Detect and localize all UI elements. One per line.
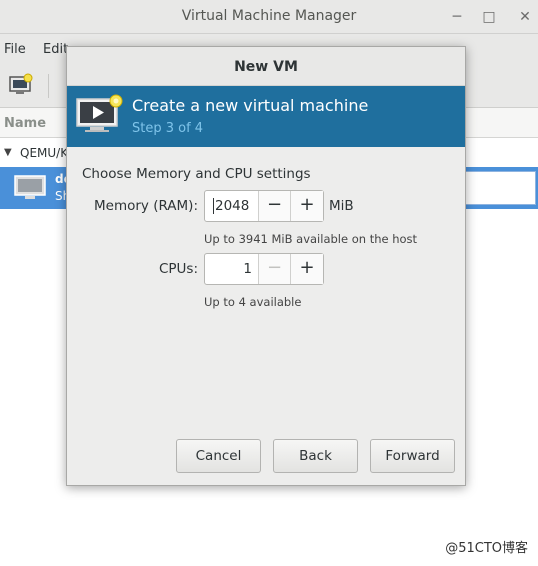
memory-increase-button[interactable]: + <box>291 191 323 221</box>
watermark: @51CTO博客 <box>445 541 528 556</box>
main-titlebar: Virtual Machine Manager ─ □ ✕ <box>0 0 538 34</box>
minimize-icon[interactable]: ─ <box>446 6 468 28</box>
text-cursor <box>213 198 214 214</box>
dialog-titlebar[interactable]: New VM <box>67 47 465 86</box>
cpu-usage-graph <box>462 171 536 205</box>
toolbar-separator <box>48 74 49 98</box>
memory-spinbutton[interactable]: 2048 − + <box>204 190 324 222</box>
menu-edit[interactable]: Edit <box>43 42 68 57</box>
expander-icon[interactable]: ▼ <box>4 147 12 158</box>
new-vm-icon[interactable] <box>8 73 34 97</box>
cancel-button[interactable]: Cancel <box>176 439 261 473</box>
forward-button[interactable]: Forward <box>370 439 455 473</box>
memory-label: Memory (RAM): <box>94 198 198 214</box>
monitor-icon <box>14 175 46 199</box>
memory-unit: MiB <box>329 198 354 214</box>
back-button[interactable]: Back <box>273 439 358 473</box>
banner-title: Create a new virtual machine <box>132 96 369 115</box>
create-vm-icon <box>76 94 123 132</box>
memory-value-text: 2048 <box>215 198 250 214</box>
cpus-decrease-button[interactable]: − <box>259 254 291 284</box>
menu-file[interactable]: File <box>4 42 26 57</box>
maximize-icon[interactable]: □ <box>478 6 500 28</box>
memory-hint: Up to 3941 MiB available on the host <box>204 232 418 246</box>
memory-decrease-button[interactable]: − <box>259 191 291 221</box>
cpus-label: CPUs: <box>158 261 198 277</box>
cpus-increase-button[interactable]: + <box>291 254 323 284</box>
close-icon[interactable]: ✕ <box>514 6 536 28</box>
dialog-title: New VM <box>234 59 298 75</box>
cpus-spinbutton[interactable]: 1 − + <box>204 253 324 285</box>
cpus-hint: Up to 4 available <box>204 295 302 309</box>
cpus-value[interactable]: 1 <box>205 254 259 284</box>
new-vm-dialog: New VM Create a new virtual machine Step… <box>66 46 466 486</box>
section-heading: Choose Memory and CPU settings <box>82 166 311 182</box>
memory-value[interactable]: 2048 <box>205 191 259 221</box>
wizard-banner: Create a new virtual machine Step 3 of 4 <box>67 86 465 147</box>
step-indicator: Step 3 of 4 <box>132 121 204 136</box>
column-name[interactable]: Name <box>4 116 46 131</box>
